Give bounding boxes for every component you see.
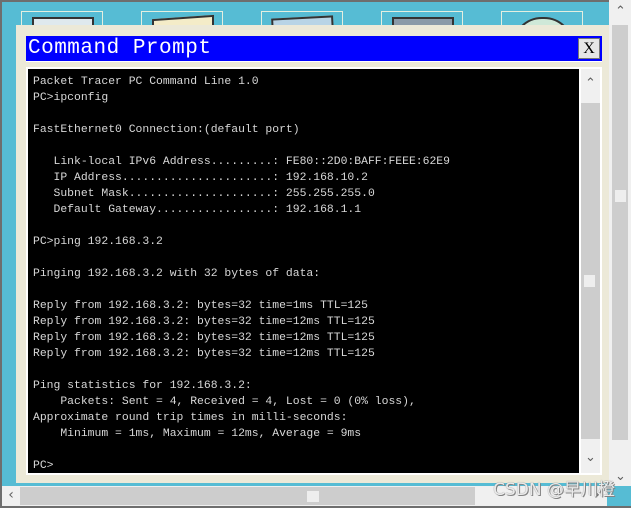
terminal-text: Packet Tracer PC Command Line 1.0 PC>ipc… bbox=[33, 76, 450, 472]
terminal-output[interactable]: Packet Tracer PC Command Line 1.0 PC>ipc… bbox=[28, 69, 579, 473]
close-button[interactable]: X bbox=[578, 38, 600, 59]
scroll-down-arrow-icon[interactable]: ⌄ bbox=[583, 451, 598, 465]
outer-scroll-track[interactable] bbox=[612, 25, 628, 440]
watermark: CSDN @早川橙 bbox=[493, 480, 615, 500]
outer-scroll-down-arrow-icon[interactable]: ⌄ bbox=[613, 470, 628, 484]
outer-scroll-up-arrow-icon[interactable]: ⌃ bbox=[613, 5, 628, 19]
scroll-track[interactable] bbox=[581, 103, 600, 439]
scroll-thumb[interactable] bbox=[584, 275, 595, 287]
terminal-vertical-scrollbar[interactable]: ⌃ ⌄ bbox=[581, 69, 600, 473]
outer-hscroll-track[interactable] bbox=[20, 487, 475, 505]
scroll-left-arrow-icon[interactable]: ‹ bbox=[5, 488, 17, 502]
terminal-frame: Packet Tracer PC Command Line 1.0 PC>ipc… bbox=[26, 67, 602, 475]
outer-scroll-thumb[interactable] bbox=[615, 190, 626, 202]
scroll-up-arrow-icon[interactable]: ⌃ bbox=[583, 77, 598, 91]
command-prompt-dialog: Command Prompt X Packet Tracer PC Comman… bbox=[16, 25, 609, 483]
title-bar[interactable]: Command Prompt X bbox=[26, 36, 602, 62]
window-title: Command Prompt bbox=[28, 37, 212, 60]
outer-hscroll-thumb[interactable] bbox=[307, 491, 319, 502]
outer-vertical-scrollbar[interactable]: ⌃ ⌄ bbox=[609, 0, 631, 486]
